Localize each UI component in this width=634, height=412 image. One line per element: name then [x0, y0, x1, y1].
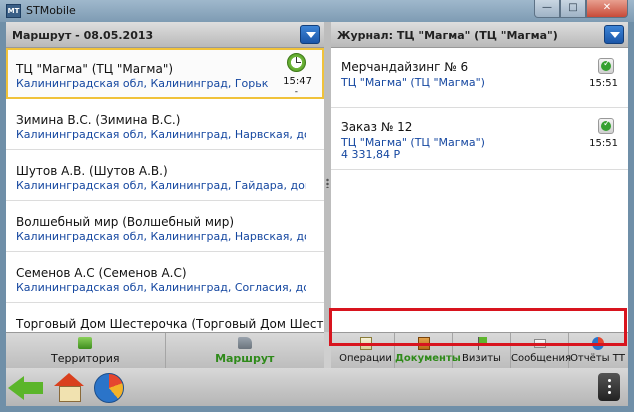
route-item-address: Калининградская обл, Калининград, Нарвск…	[16, 230, 306, 243]
route-item-name: Торговый Дом Шестерочка (Торговый Дом Ше…	[16, 317, 324, 331]
route-item-name: Шутов А.В. (Шутов А.В.)	[16, 164, 168, 178]
route-item-name: Семенов А.С (Семенов А.С)	[16, 266, 187, 280]
tab-label: Визиты	[462, 353, 501, 364]
journal-dropdown-button[interactable]	[604, 25, 624, 44]
journal-item-title: Заказ № 12	[341, 120, 413, 134]
check-icon: ✓	[598, 58, 614, 74]
route-item-name: Зимина В.С. (Зимина В.С.)	[16, 113, 181, 127]
journal-item-sum: 4 331,84 Р	[341, 148, 401, 161]
pie-chart-icon[interactable]	[94, 373, 124, 403]
route-list-item[interactable]: Зимина В.С. (Зимина В.С.) Калининградска…	[6, 99, 324, 150]
menu-dots-icon[interactable]	[598, 373, 620, 401]
journal-item-time: 15:51	[589, 78, 618, 89]
tab-label: Отчёты ТТ	[570, 353, 625, 364]
check-icon: ✓	[598, 118, 614, 134]
journal-list-item[interactable]: Заказ № 12 ТЦ "Магма" (ТЦ "Магма") 4 331…	[331, 108, 628, 170]
journal-item-title: Мерчандайзинг № 6	[341, 60, 469, 74]
tab-label: Документы	[395, 353, 461, 364]
route-item-address: Калининградская обл, Калининград, Гайдар…	[16, 179, 306, 192]
close-button[interactable]: ✕	[586, 0, 628, 18]
route-list-item[interactable]: Семенов А.С (Семенов А.С) Калининградска…	[6, 252, 324, 303]
journal-panel-title: Журнал: ТЦ "Магма" (ТЦ "Магма")	[337, 29, 558, 42]
tab-reports[interactable]: Отчёты ТТ	[569, 333, 626, 369]
window-controls: — □ ✕	[534, 0, 628, 18]
back-arrow-icon[interactable]	[8, 376, 46, 400]
route-item-name: Волшебный мир (Волшебный мир)	[16, 215, 234, 229]
route-panel-title: Маршрут - 08.05.2013	[12, 29, 154, 42]
window-titlebar: MT STMobile — □ ✕	[0, 0, 634, 22]
journal-item-subtitle: ТЦ "Магма" (ТЦ "Магма")	[341, 76, 485, 89]
maximize-button[interactable]: □	[560, 0, 586, 18]
tab-label: Операции	[339, 353, 392, 364]
envelope-icon	[533, 339, 546, 348]
window-title: STMobile	[26, 4, 76, 17]
route-list-item[interactable]: Торговый Дом Шестерочка (Торговый Дом Ше…	[6, 303, 324, 332]
journal-panel-header: Журнал: ТЦ "Магма" (ТЦ "Магма")	[331, 22, 628, 48]
minimize-button[interactable]: —	[534, 0, 560, 18]
route-list-item[interactable]: Шутов А.В. (Шутов А.В.) Калининградская …	[6, 150, 324, 201]
app-client-area: Маршрут - 08.05.2013 ТЦ "Магма" (ТЦ "Маг…	[6, 22, 628, 406]
route-item-address: Калининградская обл, Калининград, Соглас…	[16, 281, 306, 294]
tab-label: Территория	[51, 352, 120, 365]
route-list[interactable]: ТЦ "Магма" (ТЦ "Магма") Калининградская …	[6, 48, 324, 332]
route-item-time: 15:47	[283, 76, 312, 87]
tab-visits[interactable]: Визиты	[453, 333, 511, 369]
journal-list[interactable]: Мерчандайзинг № 6 ТЦ "Магма" (ТЦ "Магма"…	[331, 48, 628, 298]
app-logo-icon: MT	[6, 4, 21, 18]
route-item-end-time: -	[294, 87, 298, 97]
right-tab-bar: Операции Документы Визиты Сообщения Отчё…	[331, 332, 628, 369]
journal-tabs: Операции Документы Визиты Сообщения Отчё…	[337, 333, 626, 369]
bottom-toolbar	[6, 368, 628, 406]
book-icon	[417, 337, 430, 350]
tab-territory[interactable]: Территория	[6, 333, 166, 368]
truck-icon	[237, 337, 252, 349]
route-dropdown-button[interactable]	[300, 25, 320, 44]
tab-label: Маршрут	[215, 352, 275, 365]
route-item-address: Калининградская обл, Калининград, Горько…	[16, 77, 268, 90]
journal-list-item[interactable]: Мерчандайзинг № 6 ТЦ "Магма" (ТЦ "Магма"…	[331, 48, 628, 108]
route-item-name: ТЦ "Магма" (ТЦ "Магма")	[16, 62, 174, 76]
route-panel-header: Маршрут - 08.05.2013	[6, 22, 324, 48]
clipboard-icon	[359, 337, 372, 350]
map-icon	[78, 337, 93, 349]
route-panel: Маршрут - 08.05.2013 ТЦ "Магма" (ТЦ "Маг…	[6, 22, 324, 332]
journal-item-time: 15:51	[589, 138, 618, 149]
home-icon[interactable]	[54, 373, 84, 402]
route-list-item[interactable]: ТЦ "Магма" (ТЦ "Магма") Калининградская …	[6, 48, 324, 99]
pie-chart-icon	[591, 337, 604, 350]
tab-label: Сообщения	[511, 353, 572, 364]
journal-panel: Журнал: ТЦ "Магма" (ТЦ "Магма") Мерчанда…	[331, 22, 628, 332]
tab-route[interactable]: Маршрут	[166, 333, 325, 368]
route-list-item[interactable]: Волшебный мир (Волшебный мир) Калинингра…	[6, 201, 324, 252]
panel-splitter[interactable]	[324, 22, 331, 332]
left-tab-bar: Территория Маршрут	[6, 332, 324, 368]
tab-operations[interactable]: Операции	[337, 333, 395, 369]
clock-icon	[287, 53, 306, 72]
splitter-grip-icon	[326, 178, 329, 188]
tab-documents[interactable]: Документы	[395, 333, 461, 369]
tab-messages[interactable]: Сообщения	[511, 333, 572, 369]
route-item-address: Калининградская обл, Калининград, Нарвск…	[16, 128, 306, 141]
flag-icon	[476, 337, 488, 350]
